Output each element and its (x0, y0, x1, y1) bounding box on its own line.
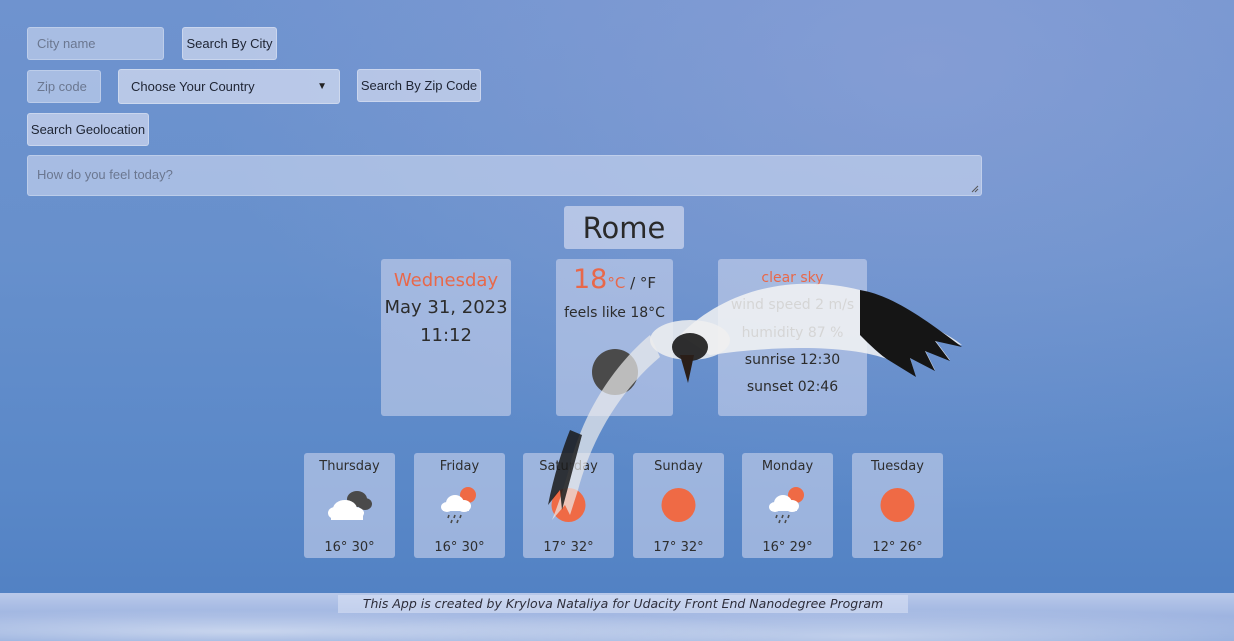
city-title: Rome (564, 206, 684, 249)
zip-input[interactable]: Zip code (27, 70, 101, 103)
sunrise-label: sunrise (744, 352, 800, 368)
sunset-value: 02:46 (797, 379, 839, 395)
unit-separator: / (625, 274, 640, 292)
unit-fahrenheit-toggle[interactable]: °F (640, 274, 656, 292)
feelings-placeholder: How do you feel today? (37, 167, 173, 182)
temperature-row: 18°C / °F (556, 264, 673, 295)
rain-sun-icon (441, 487, 476, 524)
search-geolocation-button[interactable]: Search Geolocation (27, 113, 149, 146)
forecast-temps: 16° 30° (324, 540, 375, 555)
forecast-temps: 16° 29° (762, 540, 813, 555)
weather-description: clear sky (761, 270, 824, 286)
rain-sun-icon (769, 487, 804, 524)
city-name: Rome (582, 210, 666, 245)
forecast-card-tuesday: Tuesday 12° 26° (852, 453, 943, 558)
forecast-day: Tuesday (871, 459, 924, 474)
wind-row: wind speed 2 m/s (718, 297, 867, 313)
search-by-zip-button[interactable]: Search By Zip Code (357, 69, 481, 102)
search-by-city-label: Search By City (186, 36, 273, 51)
zip-input-placeholder: Zip code (37, 79, 87, 94)
feelings-textarea[interactable]: How do you feel today? (27, 155, 982, 196)
forecast-temps: 12° 26° (872, 540, 923, 555)
temperature-value: 18 (572, 264, 608, 295)
date-panel: Wednesday May 31, 2023 11:12 (381, 259, 511, 416)
temperature-panel: 18°C / °F feels like 18°C (556, 259, 673, 416)
sunset-label: sunset (746, 379, 798, 395)
feels-like: feels like 18°C (564, 305, 665, 321)
weather-icon-placeholder (592, 349, 638, 395)
resize-handle-icon[interactable] (971, 185, 979, 193)
forecast-card-friday: Friday 16° 30° (414, 453, 505, 558)
chevron-down-icon: ▼ (317, 81, 327, 92)
country-select-value: Choose Your Country (131, 79, 255, 94)
search-by-zip-label: Search By Zip Code (360, 78, 478, 93)
footer-credit: This App is created by Krylova Nataliya … (338, 595, 908, 613)
humidity-row: humidity 87 % (718, 325, 867, 341)
time: 11:12 (420, 325, 472, 346)
search-geolocation-label: Search Geolocation (30, 122, 146, 137)
sunrise-value: 12:30 (799, 352, 841, 368)
forecast-card-thursday: Thursday 16° 30° (304, 453, 395, 558)
search-by-city-button[interactable]: Search By City (182, 27, 277, 60)
weekday: Wednesday (393, 270, 499, 291)
details-panel: clear sky wind speed 2 m/s humidity 87 %… (718, 259, 867, 416)
wind-label: wind speed (730, 297, 816, 313)
sun-icon (661, 488, 696, 522)
forecast-day: Saturday (539, 459, 598, 474)
forecast-card-monday: Monday 16° 29° (742, 453, 833, 558)
forecast-day: Sunday (654, 459, 703, 474)
unit-celsius-toggle[interactable]: °C (607, 274, 625, 292)
country-select[interactable]: Choose Your Country ▼ (118, 69, 340, 104)
forecast-temps: 17° 32° (543, 540, 594, 555)
sunrise-row: sunrise 12:30 (718, 352, 867, 368)
forecast-card-sunday: Sunday 17° 32° (633, 453, 724, 558)
forecast-temps: 16° 30° (434, 540, 485, 555)
forecast-card-saturday: Saturday 17° 32° (523, 453, 614, 558)
cloud-icon (328, 491, 372, 520)
humidity-value: 87 % (807, 325, 844, 341)
sunset-row: sunset 02:46 (718, 379, 867, 395)
city-input-placeholder: City name (37, 36, 96, 51)
wind-value: 2 m/s (815, 297, 855, 313)
forecast-day: Thursday (319, 459, 380, 474)
date: May 31, 2023 (384, 297, 508, 318)
forecast-day: Monday (761, 459, 814, 474)
city-input[interactable]: City name (27, 27, 164, 60)
sun-icon (551, 488, 586, 522)
humidity-label: humidity (741, 325, 808, 341)
forecast-day: Friday (439, 459, 480, 474)
forecast-temps: 17° 32° (653, 540, 704, 555)
sun-icon (880, 488, 915, 522)
